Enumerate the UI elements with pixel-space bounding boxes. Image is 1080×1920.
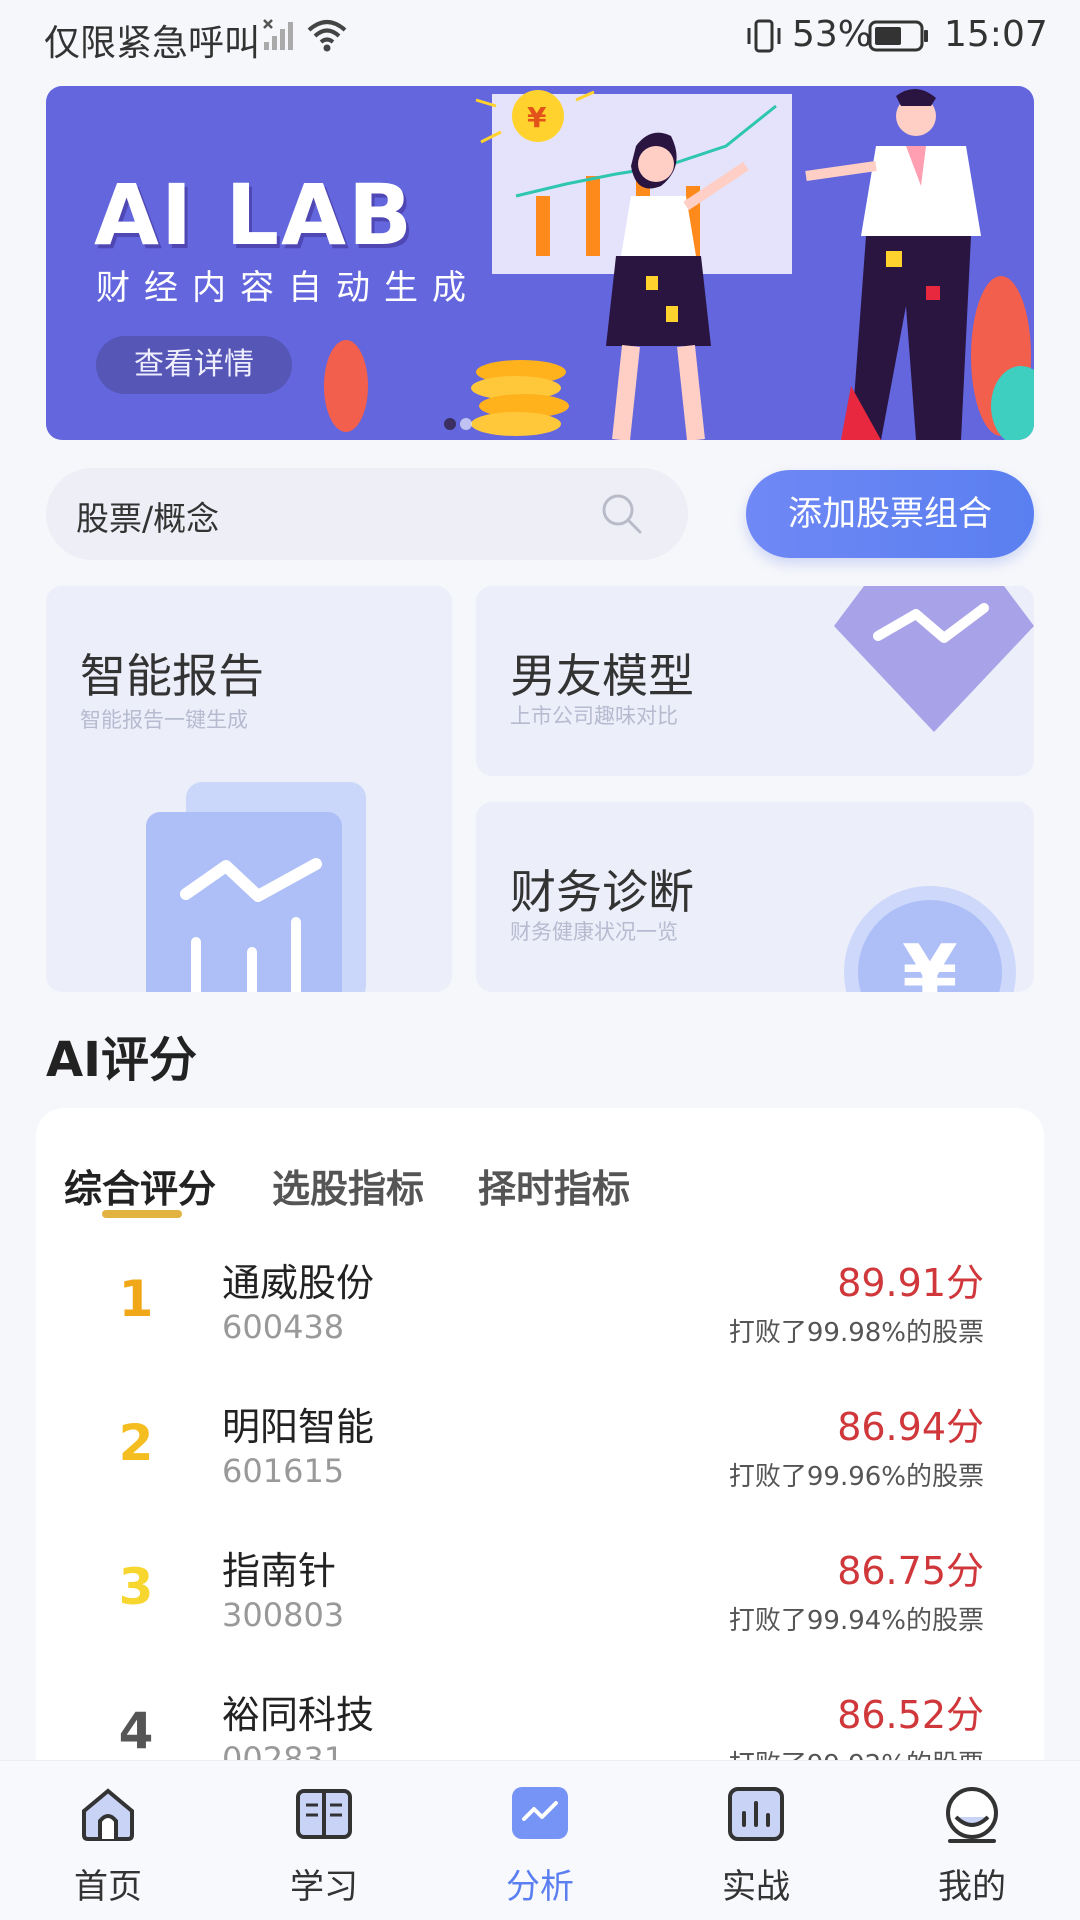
- tab-stock-picking[interactable]: 选股指标: [272, 1158, 424, 1213]
- home-icon: [82, 1788, 134, 1841]
- rank-number: 2: [118, 1414, 154, 1472]
- tab-timing[interactable]: 择时指标: [478, 1158, 630, 1213]
- stock-code: 300803: [222, 1596, 345, 1634]
- stock-score: 89.91分: [837, 1261, 984, 1305]
- battery-icon: [868, 20, 930, 56]
- stock-name: 指南针: [222, 1549, 337, 1593]
- table-row[interactable]: 2 明阳智能 601615 86.94分 打败了99.96%的股票: [36, 1386, 1044, 1530]
- card-subtitle: 财务健康状况一览: [510, 920, 678, 944]
- search-placeholder: 股票/概念: [76, 499, 220, 538]
- view-details-button[interactable]: 查看详情: [96, 336, 292, 394]
- stock-code: 601615: [222, 1452, 345, 1490]
- beat-percentage: 打败了99.94%的股票: [728, 1606, 984, 1636]
- wifi-icon: [306, 18, 348, 56]
- add-portfolio-button[interactable]: 添加股票组合: [746, 470, 1034, 558]
- report-chart-icon: [146, 782, 366, 992]
- card-title: 男友模型: [510, 649, 694, 703]
- stock-score: 86.94分: [837, 1405, 984, 1449]
- stock-score: 86.75分: [837, 1549, 984, 1593]
- carrier-text: 仅限紧急呼叫: [44, 23, 261, 64]
- analysis-icon: [512, 1787, 568, 1839]
- ai-lab-banner[interactable]: ¥ AI LAB 财经内容自动生成 查看详情: [46, 86, 1034, 440]
- active-tab-indicator: [102, 1210, 182, 1218]
- beat-percentage: 打败了99.96%的股票: [728, 1462, 984, 1492]
- nav-label: 实战: [722, 1867, 790, 1907]
- rank-number: 1: [118, 1270, 154, 1328]
- nav-label: 首页: [74, 1867, 142, 1907]
- book-icon: [296, 1789, 352, 1839]
- table-row[interactable]: 3 指南针 300803 86.75分 打败了99.94%的股票: [36, 1530, 1044, 1674]
- nav-learn[interactable]: 学习: [216, 1761, 432, 1920]
- stock-code: 600438: [222, 1308, 345, 1346]
- card-subtitle: 智能报告一键生成: [80, 708, 248, 732]
- bottom-navigation: 首页 学习 分析 实战 我的: [0, 1760, 1080, 1920]
- boyfriend-model-card[interactable]: 男友模型 上市公司趣味对比: [476, 586, 1034, 776]
- svg-text:¥: ¥: [902, 928, 958, 992]
- rank-number: 3: [118, 1558, 154, 1616]
- ai-score-panel: 综合评分 选股指标 择时指标 1 通威股份 600438 89.91分 打败了9…: [36, 1108, 1044, 1808]
- smart-report-card[interactable]: 智能报告 智能报告一键生成: [46, 586, 452, 992]
- card-subtitle: 上市公司趣味对比: [510, 704, 678, 728]
- stock-score: 86.52分: [837, 1693, 984, 1737]
- stock-name: 明阳智能: [222, 1405, 375, 1449]
- nav-practice[interactable]: 实战: [648, 1761, 864, 1920]
- card-title: 财务诊断: [510, 865, 694, 919]
- ai-score-title: AI评分: [46, 1032, 198, 1088]
- financial-diagnosis-card[interactable]: 财务诊断 财务健康状况一览 ¥: [476, 802, 1034, 992]
- stock-name: 裕同科技: [222, 1693, 375, 1737]
- tab-composite-score[interactable]: 综合评分: [64, 1158, 216, 1213]
- yen-coin-icon: ¥: [844, 886, 1016, 992]
- vibrate-icon: [744, 18, 784, 58]
- search-icon[interactable]: [600, 492, 644, 540]
- diamond-chart-icon: [834, 586, 1034, 732]
- signal-icon: [262, 18, 296, 56]
- card-title: 智能报告: [80, 649, 264, 703]
- stock-name: 通威股份: [222, 1261, 375, 1305]
- svg-text:¥: ¥: [527, 101, 547, 134]
- search-input[interactable]: 股票/概念: [46, 468, 688, 560]
- nav-label: 分析: [506, 1867, 574, 1907]
- banner-subtitle: 财经内容自动生成: [96, 268, 480, 308]
- battery-percentage: 53%: [792, 14, 873, 55]
- nav-home[interactable]: 首页: [0, 1761, 216, 1920]
- nav-analysis[interactable]: 分析: [432, 1761, 648, 1920]
- status-bar: 仅限紧急呼叫 53% 15:07: [0, 0, 1080, 75]
- profile-icon: [946, 1787, 998, 1843]
- banner-title: AI LAB: [94, 166, 415, 264]
- rank-number: 4: [118, 1702, 154, 1760]
- nav-label: 学习: [290, 1867, 358, 1907]
- nav-profile[interactable]: 我的: [864, 1761, 1080, 1920]
- beat-percentage: 打败了99.98%的股票: [728, 1318, 984, 1348]
- nav-label: 我的: [938, 1867, 1006, 1907]
- chart-bar-icon: [728, 1787, 784, 1841]
- table-row[interactable]: 1 通威股份 600438 89.91分 打败了99.98%的股票: [36, 1242, 1044, 1386]
- clock: 15:07: [944, 14, 1048, 55]
